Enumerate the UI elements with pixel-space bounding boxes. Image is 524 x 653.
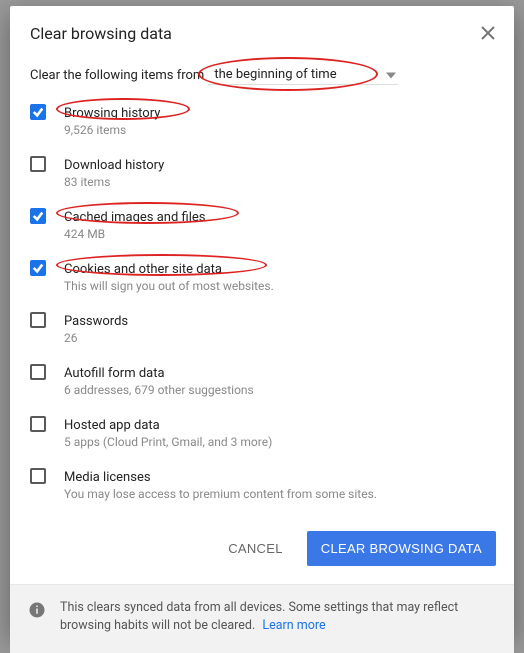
option-cached: Cached images and files 424 MB — [30, 203, 494, 255]
dialog-title: Clear browsing data — [30, 24, 494, 43]
option-label: Passwords — [64, 314, 128, 329]
option-label: Download history — [64, 158, 164, 173]
checkbox-media-licenses[interactable] — [30, 468, 46, 484]
chevron-down-icon — [386, 67, 396, 82]
learn-more-link[interactable]: Learn more — [262, 618, 325, 633]
checkbox-passwords[interactable] — [30, 312, 46, 328]
option-autofill: Autofill form data 6 addresses, 679 other… — [30, 359, 494, 411]
option-label: Media licenses — [64, 470, 151, 485]
checkbox-hosted-apps[interactable] — [30, 416, 46, 432]
option-text-autofill: Autofill form data 6 addresses, 679 other… — [64, 362, 254, 397]
checkbox-download-history[interactable] — [30, 156, 46, 172]
time-range-prompt: Clear the following items from the begin… — [30, 65, 494, 85]
option-sublabel: 424 MB — [64, 227, 205, 241]
option-sublabel: This will sign you out of most websites. — [64, 279, 274, 293]
info-icon — [28, 601, 46, 619]
option-sublabel: 5 apps (Cloud Print, Gmail, and 3 more) — [64, 435, 272, 449]
close-button[interactable] — [476, 22, 500, 46]
option-text-media-licenses: Media licenses You may lose access to pre… — [64, 466, 377, 501]
option-label: Browsing history — [64, 106, 160, 121]
option-sublabel: 83 items — [64, 175, 164, 189]
option-download-history: Download history 83 items — [30, 151, 494, 203]
close-icon — [481, 26, 495, 43]
option-sublabel: 6 addresses, 679 other suggestions — [64, 383, 254, 397]
option-text-hosted-apps: Hosted app data 5 apps (Cloud Print, Gmai… — [64, 414, 272, 449]
time-range-select[interactable]: the beginning of time — [208, 65, 398, 85]
option-media-licenses: Media licenses You may lose access to pre… — [30, 463, 494, 515]
checkbox-autofill[interactable] — [30, 364, 46, 380]
option-hosted-apps: Hosted app data 5 apps (Cloud Print, Gmai… — [30, 411, 494, 463]
footer-text: This clears synced data from all devices… — [60, 599, 496, 635]
clear-browsing-data-dialog: Clear browsing data Clear the following … — [10, 6, 514, 635]
dialog-body: Clear the following items from the begin… — [10, 51, 514, 521]
option-list: Browsing history 9,526 items Download hist… — [30, 99, 494, 515]
clear-browsing-data-button[interactable]: CLEAR BROWSING DATA — [307, 531, 496, 566]
checkbox-cached[interactable] — [30, 208, 46, 224]
option-browsing-history: Browsing history 9,526 items — [30, 99, 494, 151]
option-text-cached: Cached images and files 424 MB — [64, 206, 205, 241]
option-text-download-history: Download history 83 items — [64, 154, 164, 189]
prompt-prefix: Clear the following items from — [30, 68, 204, 83]
time-range-value: the beginning of time — [214, 67, 336, 82]
option-sublabel: 9,526 items — [64, 123, 160, 137]
option-label: Cached images and files — [64, 210, 205, 225]
option-label: Hosted app data — [64, 418, 160, 433]
dialog-actions: CANCEL CLEAR BROWSING DATA — [10, 521, 514, 584]
footer-text-content: This clears synced data from all devices… — [60, 600, 458, 633]
option-cookies: Cookies and other site data This will sig… — [30, 255, 494, 307]
option-passwords: Passwords 26 — [30, 307, 494, 359]
option-text-cookies: Cookies and other site data This will sig… — [64, 258, 274, 293]
dialog-header: Clear browsing data — [10, 6, 514, 51]
option-sublabel: You may lose access to premium content f… — [64, 487, 377, 501]
option-label: Cookies and other site data — [64, 262, 222, 277]
footer-note: This clears synced data from all devices… — [10, 584, 514, 653]
checkbox-browsing-history[interactable] — [30, 104, 46, 120]
option-text-browsing-history: Browsing history 9,526 items — [64, 102, 160, 137]
cancel-button[interactable]: CANCEL — [222, 533, 289, 564]
option-text-passwords: Passwords 26 — [64, 310, 128, 345]
option-sublabel: 26 — [64, 331, 128, 345]
option-label: Autofill form data — [64, 366, 165, 381]
checkbox-cookies[interactable] — [30, 260, 46, 276]
